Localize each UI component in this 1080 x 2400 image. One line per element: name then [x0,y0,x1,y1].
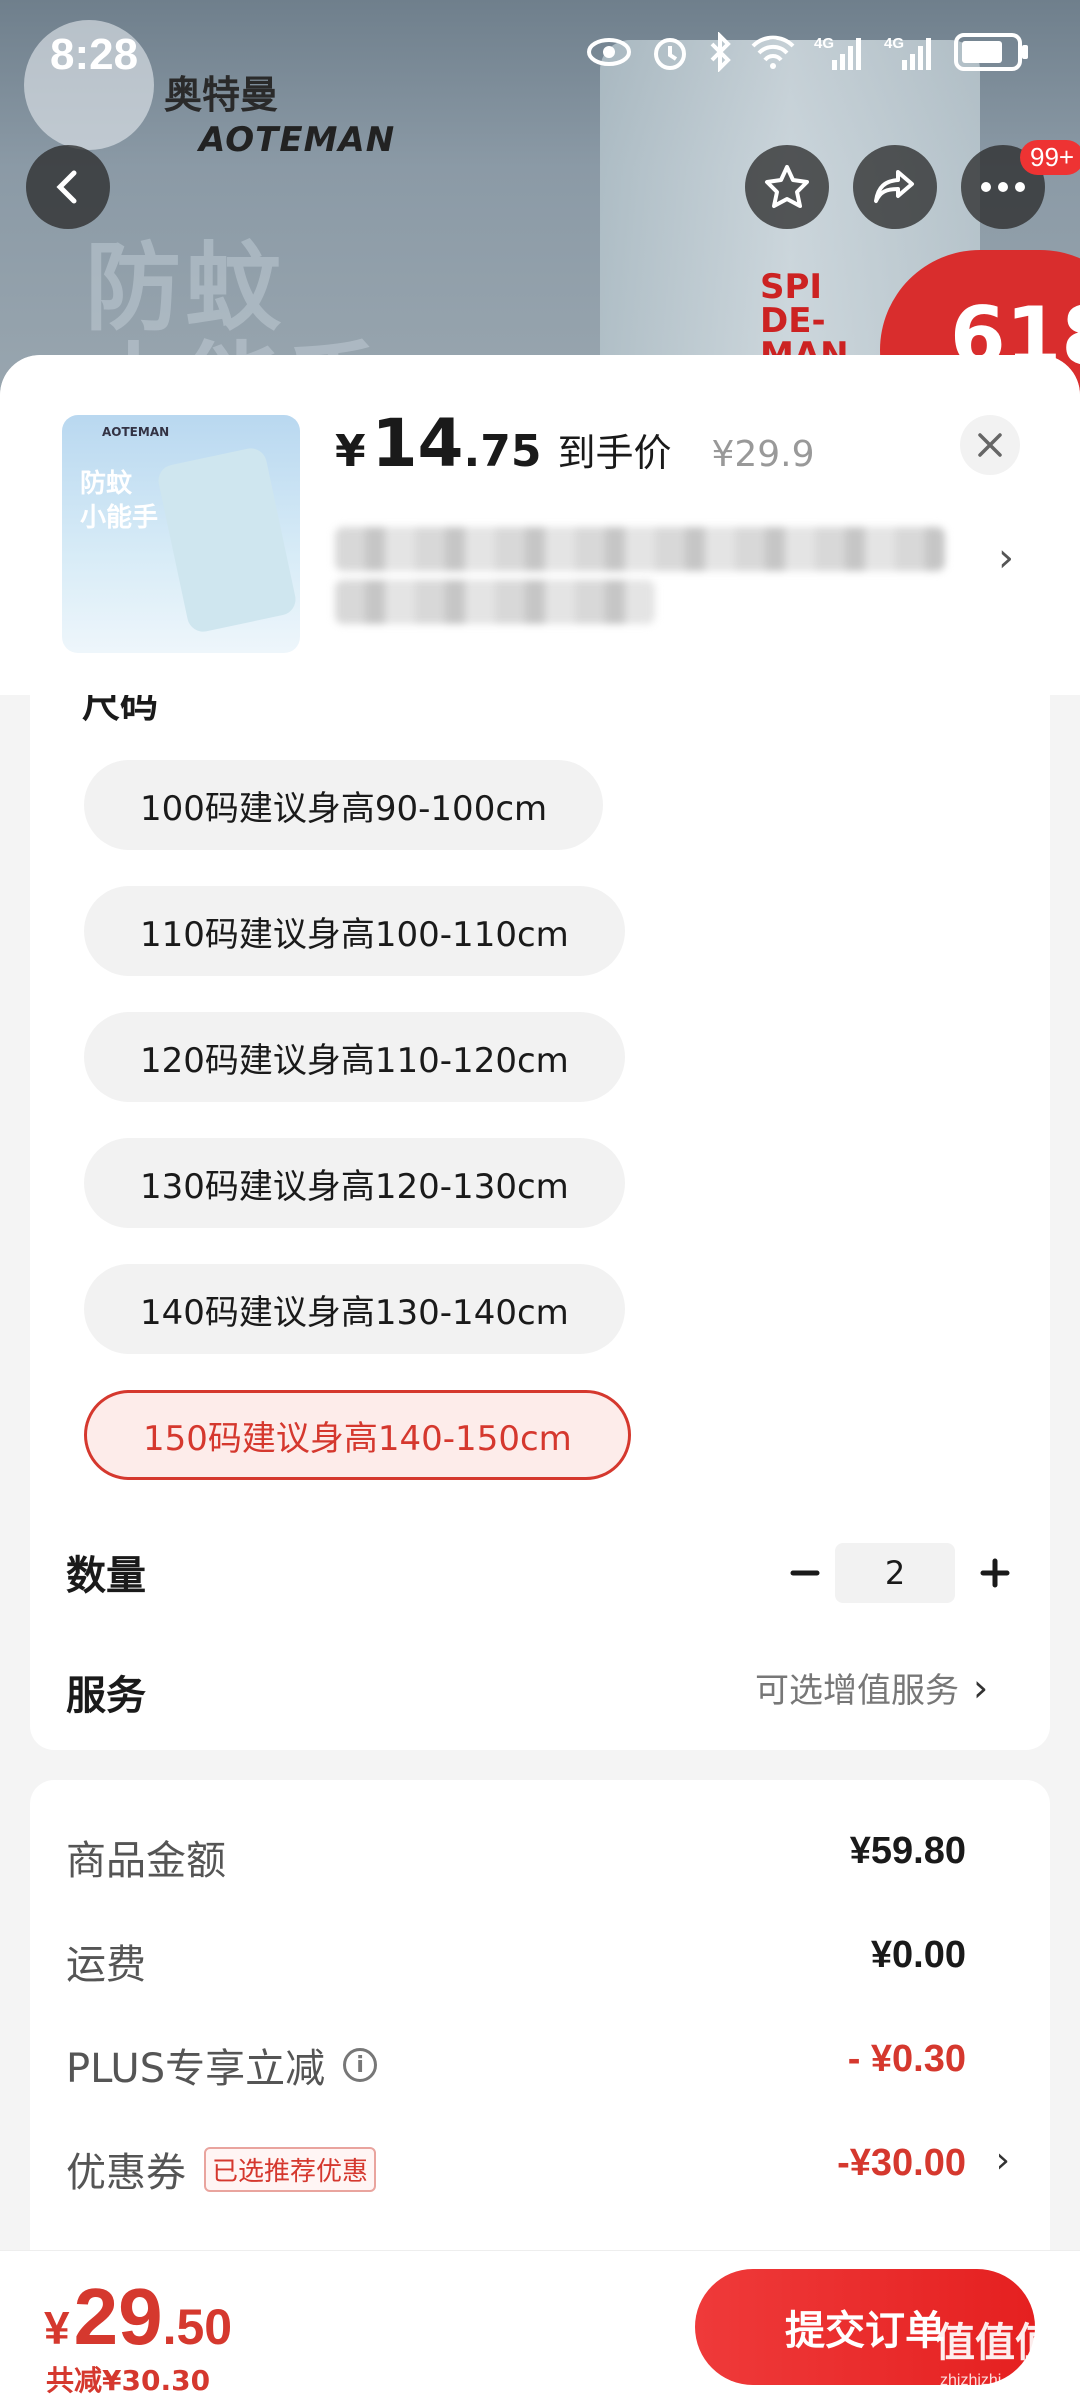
close-icon [978,433,1002,457]
service-label: 服务 [66,1673,146,1719]
shipping-value: ¥0.00 [870,1934,966,1976]
product-thumbnail[interactable]: AOTEMAN 防蚊 小能手 [62,415,300,653]
chevron-right-icon[interactable]: › [996,2140,1010,2181]
size-option-150-selected[interactable]: 150码建议身高140-150cm [84,1390,631,1480]
share-icon [874,170,914,203]
brand-name-en: AOTEMAN [199,120,396,160]
quantity-increase-button[interactable] [965,1543,1025,1603]
quantity-decrease-button[interactable] [775,1543,835,1603]
checkout-bar: ¥ 29 .50 共减¥30.30 提交订单 [0,2250,1080,2400]
purchase-sheet: AOTEMAN 防蚊 小能手 ¥ 14 .75 到手价 ¥29.9 › 尺码 10… [0,355,1080,2400]
favorite-button[interactable] [745,145,829,229]
total-price-decimal: .50 [162,2299,233,2355]
status-icons: 4G 4G [586,32,1030,72]
shipping-label: 运费 [66,1942,146,1988]
thumb-brand-logo: AOTEMAN [102,425,170,439]
share-button[interactable] [853,145,937,229]
status-time: 8:28 [50,30,139,79]
quantity-input[interactable]: 2 [835,1543,955,1603]
close-button[interactable] [960,415,1020,475]
wifi-icon [751,35,795,69]
size-option-140[interactable]: 140码建议身高130-140cm [84,1264,625,1354]
thumb-text: 防蚊 小能手 [80,469,159,533]
price-decimal: .75 [463,426,542,477]
plus-icon [980,1558,1010,1588]
back-button[interactable] [26,145,110,229]
alarm-icon [654,38,686,70]
final-price-tag: 到手价 [557,431,672,475]
coupon-value: -¥30.00 [837,2142,966,2184]
thumb-pants-image [155,445,299,635]
size-option-100[interactable]: 100码建议身高90-100cm [84,760,604,850]
total-price-symbol: ¥ [44,2302,70,2354]
price-symbol: ¥ [335,426,366,477]
total-price-integer: 29 [73,2272,163,2361]
size-option-110[interactable]: 110码建议身高100-110cm [84,886,625,976]
selected-spec-blurred-line-2[interactable] [335,580,655,624]
chevron-right-icon[interactable]: › [998,535,1014,581]
battery-icon [954,33,1028,71]
bluetooth-icon [710,32,731,72]
selected-spec-blurred-line-1[interactable] [335,527,945,571]
plus-discount-value: - ¥0.30 [847,2038,966,2080]
chevron-right-icon: › [973,1665,989,1710]
price-integer: 14 [371,405,464,482]
service-link-text: 可选增值服务 [755,1671,959,1711]
sheet-header: AOTEMAN 防蚊 小能手 ¥ 14 .75 到手价 ¥29.9 › [0,355,1080,695]
info-icon[interactable]: i [343,2048,378,2082]
eye-icon [587,38,631,66]
status-bar: 8:28 4G 4G [0,0,1080,110]
total-price: ¥ 29 .50 [44,2271,232,2363]
goods-amount-value: ¥59.80 [849,1830,966,1872]
coupon-row[interactable]: 优惠券 已选推荐优惠 [66,2140,377,2198]
size-section: 尺码 100码建议身高90-100cm 110码建议身高100-110cm 12… [30,695,1050,1750]
svg-text:4G: 4G [814,35,834,52]
original-price: ¥29.9 [711,434,815,475]
signal-4g-icon: 4G [814,35,861,70]
minus-icon [790,1570,820,1576]
svg-text:4G: 4G [884,35,904,52]
coupon-recommended-tag: 已选推荐优惠 [204,2146,377,2192]
size-option-130[interactable]: 130码建议身高120-130cm [84,1138,625,1228]
product-price: ¥ 14 .75 到手价 ¥29.9 [335,405,815,482]
plus-discount-label: PLUS专享立减 i [66,2036,378,2094]
chevron-left-icon [56,170,77,204]
quantity-label: 数量 [66,1553,146,1599]
watermark-url: zhizhizhi.com [940,2372,1037,2389]
service-select-link[interactable]: 可选增值服务 › [755,1663,988,1712]
goods-amount-label: 商品金额 [66,1838,226,1884]
more-dots-icon [981,182,1025,192]
notification-badge: 99+ [1020,140,1080,175]
signal-4g-icon-2: 4G [884,35,931,70]
coupon-label: 优惠券 [66,2150,186,2196]
size-option-120[interactable]: 120码建议身高110-120cm [84,1012,625,1102]
watermark: 值值值 [935,2320,1055,2366]
total-saving: 共减¥30.30 [46,2364,211,2397]
star-icon [765,165,809,208]
